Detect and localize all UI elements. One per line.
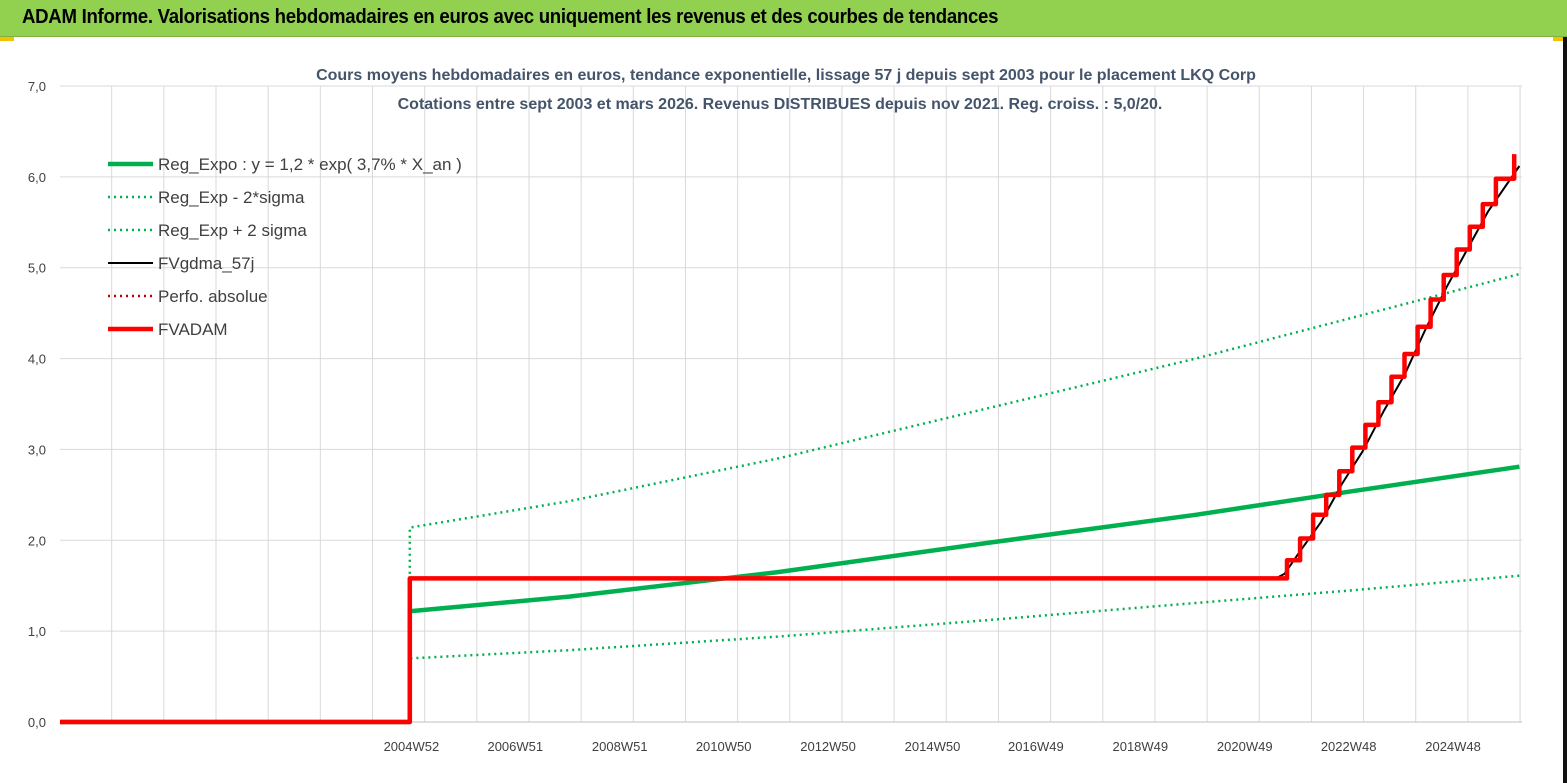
chart-area: 0,01,02,03,04,05,06,07,0 2004W52 2006W51 2…: [28, 67, 1522, 754]
x-tick-label: 2014W50: [905, 739, 961, 754]
x-tick-label: 2006W51: [487, 739, 543, 754]
legend: Reg_Expo : y = 1,2 * exp( 3,7% * X_an ) R…: [108, 155, 462, 339]
x-tick-label: 2008W51: [592, 739, 648, 754]
y-tick-label: 7,0: [28, 79, 46, 94]
x-tick-label: 2020W49: [1217, 739, 1273, 754]
y-tick-label: 1,0: [28, 624, 46, 639]
chart-title-line1: Cours moyens hebdomadaires en euros, ten…: [316, 67, 1256, 84]
x-tick-label: 2016W49: [1008, 739, 1064, 754]
x-tick-label: 2018W49: [1112, 739, 1168, 754]
y-tick-label: 0,0: [28, 715, 46, 730]
x-tick-label: 2022W48: [1321, 739, 1377, 754]
legend-label: FVgdma_57j: [158, 254, 254, 273]
legend-label: Reg_Expo : y = 1,2 * exp( 3,7% * X_an ): [158, 155, 462, 174]
y-tick-label: 2,0: [28, 533, 46, 548]
x-axis-ticks: 2004W52 2006W51 2008W51 2010W50 2012W50 2014W…: [384, 739, 1481, 754]
chart-title-line2: Cotations entre sept 2003 et mars 2026. …: [398, 96, 1163, 113]
x-tick-label: 2012W50: [800, 739, 856, 754]
x-tick-label: 2004W52: [384, 739, 440, 754]
legend-label: Reg_Exp + 2 sigma: [158, 221, 307, 240]
x-tick-label: 2024W48: [1425, 739, 1481, 754]
chart-window: ADAM Informe. Valorisations hebdomadaire…: [0, 0, 1567, 783]
grid: [60, 85, 1522, 723]
y-tick-label: 6,0: [28, 170, 46, 185]
y-axis-ticks: 0,0 1,0 2,0 3,0 4,0 5,0 6,0 7,0: [28, 79, 46, 730]
y-tick-label: 5,0: [28, 261, 46, 276]
y-tick-label: 4,0: [28, 352, 46, 367]
x-tick-label: 2010W50: [696, 739, 752, 754]
legend-label: FVADAM: [158, 320, 228, 339]
y-tick-label: 3,0: [28, 442, 46, 457]
legend-label: Perfo. absolue: [158, 287, 268, 306]
legend-label: Reg_Exp - 2*sigma: [158, 188, 305, 207]
